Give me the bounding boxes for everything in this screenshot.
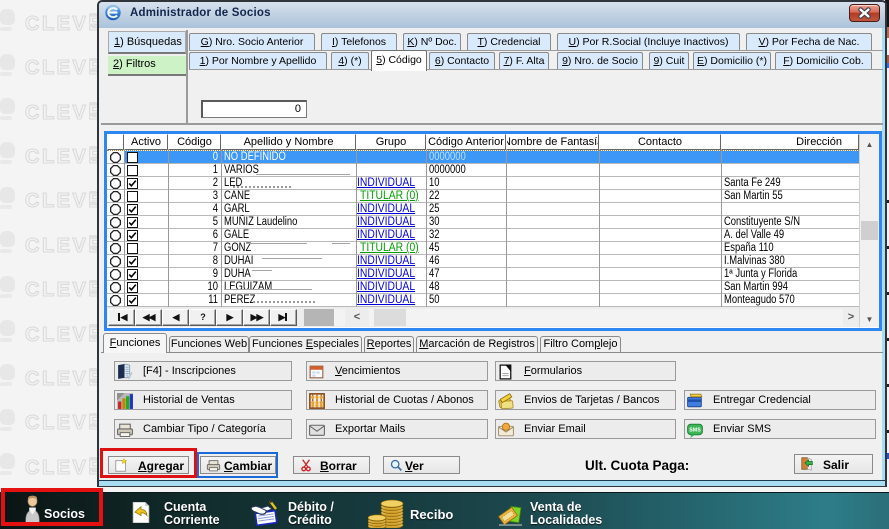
svg-text:SMS: SMS [689,428,701,434]
